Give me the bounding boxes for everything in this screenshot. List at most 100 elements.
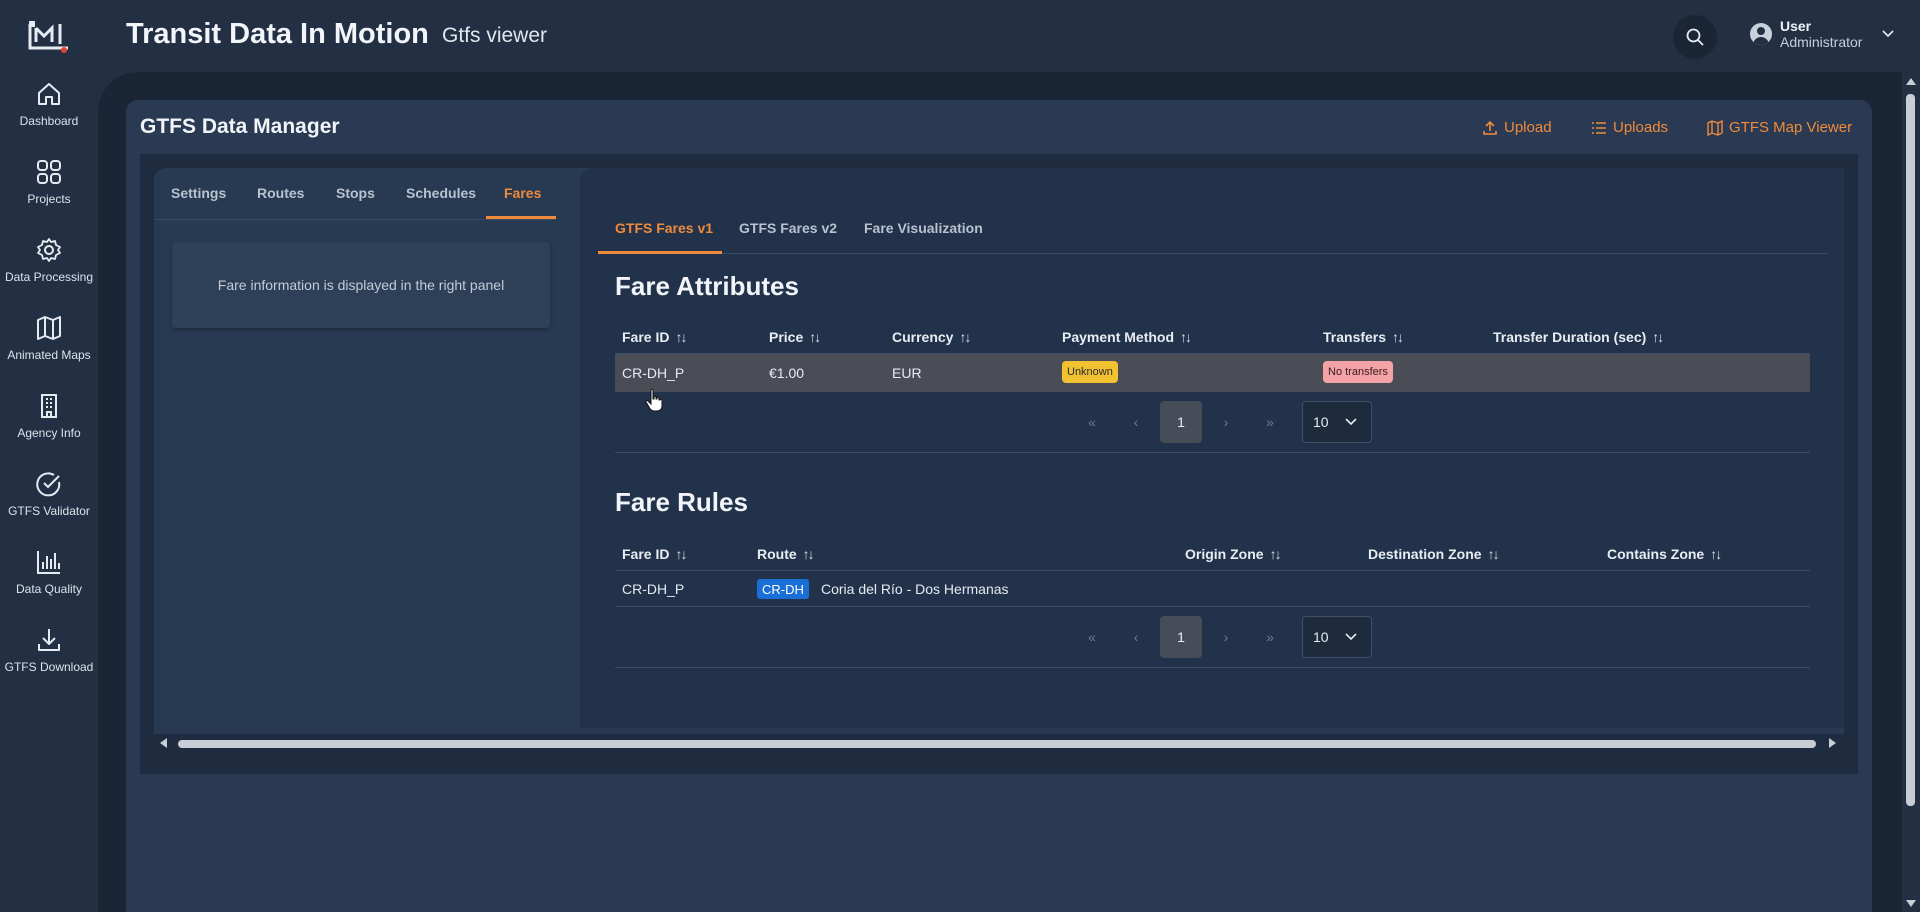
map-viewer-label: GTFS Map Viewer: [1729, 119, 1853, 136]
divider: [615, 667, 1810, 668]
cell-route-name: Coria del Río - Dos Hermanas: [821, 581, 1009, 597]
sidebar-item-gtfs-validator[interactable]: GTFS Validator: [0, 470, 98, 518]
tab-gtfs-fares-v1[interactable]: GTFS Fares v1: [615, 220, 713, 236]
search-button[interactable]: [1673, 15, 1717, 59]
map-icon: [37, 316, 61, 340]
gtfs-map-viewer-button[interactable]: GTFS Map Viewer: [1707, 119, 1852, 136]
column-header-fare-id[interactable]: Fare ID ↑↓: [622, 546, 687, 562]
fare-attributes-pagination: « ‹ 1 › » 10: [1070, 401, 1372, 443]
tab-stops[interactable]: Stops: [336, 185, 375, 201]
bar-chart-icon: [37, 551, 60, 574]
rows-per-page-value: 10: [1313, 629, 1329, 645]
download-icon: [38, 629, 60, 651]
home-icon: [38, 83, 60, 105]
scroll-down-arrow-icon[interactable]: [1906, 900, 1916, 907]
list-icon: [1592, 121, 1606, 134]
sidebar-item-label: Projects: [27, 192, 71, 206]
sidebar-item-data-quality[interactable]: Data Quality: [0, 548, 98, 596]
sort-icon: ↑↓: [809, 329, 821, 345]
first-page-button[interactable]: «: [1070, 617, 1114, 657]
building-icon: [41, 394, 57, 418]
sort-icon: ↑↓: [959, 329, 971, 345]
tab-fares[interactable]: Fares: [504, 185, 541, 201]
gear-icon: [37, 238, 61, 262]
tab-settings[interactable]: Settings: [171, 185, 226, 201]
sidebar-item-label: GTFS Validator: [8, 504, 90, 518]
header-label: Transfer Duration (sec): [1493, 329, 1647, 345]
tab-schedules[interactable]: Schedules: [406, 185, 476, 201]
chevron-down-icon: [1345, 633, 1357, 641]
sidebar-item-gtfs-download[interactable]: GTFS Download: [0, 626, 98, 674]
sort-icon: ↑↓: [675, 546, 687, 562]
column-header-transfers[interactable]: Transfers ↑↓: [1323, 329, 1404, 345]
column-header-payment-method[interactable]: Payment Method ↑↓: [1062, 329, 1192, 345]
column-header-currency[interactable]: Currency ↑↓: [892, 329, 971, 345]
cell-price: €1.00: [769, 365, 805, 381]
sidebar: Dashboard Projects Data Processing Anima…: [0, 72, 98, 912]
sidebar-item-label: Data Quality: [15, 582, 83, 596]
sidebar-item-label: Data Processing: [4, 270, 94, 284]
page-number-button[interactable]: 1: [1160, 401, 1202, 443]
route-badge: CR-DH: [757, 579, 809, 599]
card-title: GTFS Data Manager: [140, 115, 340, 138]
sidebar-item-data-processing[interactable]: Data Processing: [0, 236, 98, 284]
first-page-button[interactable]: «: [1070, 402, 1114, 442]
sort-icon: ↑↓: [675, 329, 687, 345]
avatar-icon: [1750, 23, 1772, 45]
sidebar-item-label: Animated Maps: [7, 348, 91, 362]
sidebar-item-dashboard[interactable]: Dashboard: [0, 80, 98, 128]
prev-page-button[interactable]: ‹: [1114, 402, 1158, 442]
user-name: User: [1780, 18, 1812, 34]
header-label: Transfers: [1323, 329, 1387, 345]
sort-icon: ↑↓: [802, 546, 815, 562]
scroll-right-arrow-icon[interactable]: [1829, 738, 1836, 748]
prev-page-button[interactable]: ‹: [1114, 617, 1158, 657]
vertical-scroll-thumb[interactable]: [1906, 94, 1915, 806]
app-title: Transit Data In Motion: [126, 18, 429, 50]
user-menu[interactable]: User Administrator: [1750, 18, 1895, 50]
last-page-button[interactable]: »: [1248, 402, 1292, 442]
tab-gtfs-fares-v2[interactable]: GTFS Fares v2: [739, 220, 837, 236]
cell-fare-id: CR-DH_P: [622, 365, 685, 381]
column-header-fare-id[interactable]: Fare ID ↑↓: [622, 329, 687, 345]
uploads-button[interactable]: Uploads: [1591, 119, 1668, 136]
app-logo-icon[interactable]: [26, 18, 72, 54]
app-subtitle: Gtfs viewer: [442, 24, 548, 47]
divider: [615, 606, 1810, 607]
hand-cursor-icon: [645, 388, 663, 412]
scroll-left-arrow-icon[interactable]: [160, 738, 167, 748]
sidebar-item-animated-maps[interactable]: Animated Maps: [0, 314, 98, 362]
next-page-button[interactable]: ›: [1204, 617, 1248, 657]
cell-fare-id: CR-DH_P: [622, 581, 685, 597]
scroll-up-arrow-icon[interactable]: [1906, 78, 1916, 85]
sidebar-item-label: Agency Info: [17, 426, 81, 440]
tab-fare-visualization[interactable]: Fare Visualization: [864, 220, 983, 236]
column-header-origin-zone[interactable]: Origin Zone ↑↓: [1185, 546, 1282, 562]
fare-rules-title: Fare Rules: [615, 487, 748, 517]
sort-icon: ↑↓: [1392, 329, 1404, 345]
column-header-destination-zone[interactable]: Destination Zone ↑↓: [1368, 546, 1500, 562]
chevron-down-icon: [1345, 418, 1357, 426]
last-page-button[interactable]: »: [1248, 617, 1292, 657]
column-header-transfer-duration[interactable]: Transfer Duration (sec) ↑↓: [1493, 329, 1664, 345]
rows-per-page-select[interactable]: 10: [1302, 616, 1372, 658]
upload-button[interactable]: Upload: [1482, 119, 1552, 136]
sort-icon: ↑↓: [1652, 329, 1664, 345]
header-label: Currency: [892, 329, 954, 345]
column-header-contains-zone[interactable]: Contains Zone ↑↓: [1607, 546, 1722, 562]
sidebar-item-projects[interactable]: Projects: [0, 158, 98, 206]
column-header-route[interactable]: Route ↑↓: [757, 546, 815, 562]
header-label: Destination Zone: [1368, 546, 1482, 562]
upload-icon: [1483, 120, 1497, 135]
active-tab-indicator: [486, 216, 556, 219]
header-label: Price: [769, 329, 804, 345]
page-number-button[interactable]: 1: [1160, 616, 1202, 658]
column-header-price[interactable]: Price ↑↓: [769, 329, 821, 345]
rows-per-page-select[interactable]: 10: [1302, 401, 1372, 443]
tab-routes[interactable]: Routes: [257, 185, 304, 201]
active-tab-indicator: [598, 251, 722, 254]
sidebar-item-agency-info[interactable]: Agency Info: [0, 392, 98, 440]
next-page-button[interactable]: ›: [1204, 402, 1248, 442]
map-icon: [1707, 119, 1723, 136]
horizontal-scroll-thumb[interactable]: [178, 740, 1816, 748]
